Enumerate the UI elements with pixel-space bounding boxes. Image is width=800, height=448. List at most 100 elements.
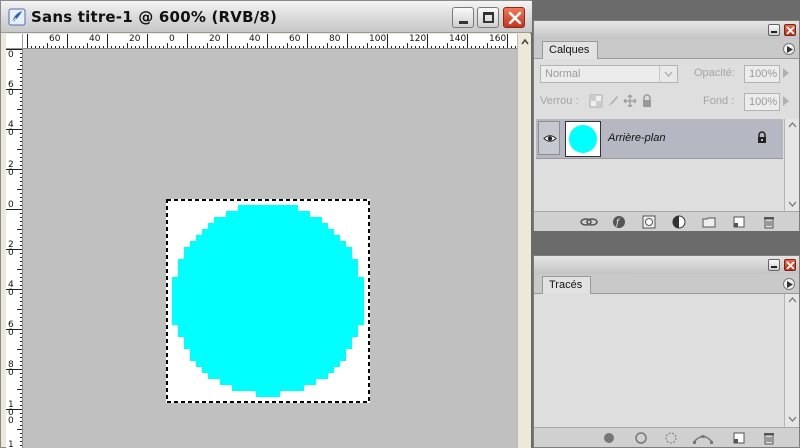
ruler-h-label: 80 [329,34,341,44]
photoshop-workspace: Sans titre-1 @ 600% (RVB/8) 60 40 20 0 2… [0,0,800,448]
layers-panel-minimize-button[interactable] [768,24,780,36]
scroll-up-icon[interactable] [519,36,531,48]
fill-label: Fond : [703,95,735,107]
close-icon [786,261,795,270]
layer-row-arriere-plan[interactable]: Arrière-plan [536,119,783,159]
stroke-path-icon[interactable] [634,431,648,445]
tab-calques[interactable]: Calques [542,41,599,60]
lock-all-icon[interactable] [640,94,654,108]
panel-menu-button[interactable] [783,278,795,290]
lock-position-move-icon[interactable] [623,94,637,108]
minimize-icon [459,21,468,24]
vertical-ruler[interactable]: 0 6 0 4 0 2 0 0 2 0 4 0 6 0 8 0 1 0 0 1 … [6,49,23,448]
lock-transparency-icon[interactable] [589,94,603,108]
make-work-path-icon[interactable] [692,431,714,445]
vertical-scrollbar[interactable] [517,34,531,448]
ruler-h-label: 0 [169,34,175,44]
ruler-h-label: 60 [289,34,301,44]
maximize-button[interactable] [477,7,499,28]
layers-panel-titlebar[interactable] [534,21,799,39]
minimize-icon [771,31,777,33]
lock-row: Verrou : Fond : 100% [540,93,794,111]
blend-row: Normal Opacité: 100% [540,65,794,83]
scroll-down-icon[interactable] [788,416,797,422]
document-title-bar[interactable]: Sans titre-1 @ 600% (RVB/8) [1,1,532,33]
paths-panel-minimize-button[interactable] [768,259,780,271]
cyan-circle-image [166,199,370,403]
fill-field[interactable]: 100% [744,93,780,111]
layer-style-fx-icon[interactable]: f [612,215,626,229]
fill-path-icon[interactable] [602,431,616,445]
ruler-h-label: 160 [489,34,507,44]
document-title: Sans titre-1 @ 600% (RVB/8) [31,8,278,26]
link-layers-icon[interactable] [580,215,598,229]
fill-slider-arrow-icon[interactable] [783,96,789,106]
paths-panel-close-button[interactable] [784,259,796,271]
document-window: Sans titre-1 @ 600% (RVB/8) 60 40 20 0 2… [0,0,532,448]
layer-thumbnail [565,121,601,157]
opacity-slider-arrow-icon[interactable] [783,68,789,78]
tab-traces[interactable]: Tracés [542,276,592,295]
layer-mask-icon[interactable] [642,215,656,229]
ruler-v-label: 6 0 [8,320,14,338]
ruler-h-label: 60 [49,34,61,44]
minimize-button[interactable] [452,7,474,28]
load-path-as-selection-icon[interactable] [664,431,678,445]
ruler-v-label: 4 0 [8,120,14,138]
ruler-v-label: 0 [8,200,14,210]
lock-label: Verrou : [540,95,579,107]
close-icon [508,11,522,25]
close-button[interactable] [503,7,525,28]
layers-footer-toolbar: f [534,211,799,231]
chevron-down-icon [664,71,673,77]
play-arrow-icon [787,281,793,288]
trash-icon[interactable] [762,215,776,229]
lock-pixels-brush-icon[interactable] [606,94,620,108]
photoshop-feather-icon [8,8,26,26]
ruler-v-label: 4 0 [8,280,14,298]
panel-menu-button[interactable] [783,43,795,55]
paths-tabstrip: Tracés [534,274,799,295]
horizontal-ruler[interactable]: 60 40 20 0 20 40 60 80 100 120 140 160 [23,34,517,49]
new-layer-icon[interactable] [732,215,746,229]
layer-visibility-toggle[interactable] [538,121,560,155]
scroll-up-icon[interactable] [788,297,797,303]
ruler-h-label: 20 [129,34,141,44]
scroll-up-icon[interactable] [788,122,797,128]
image-canvas[interactable] [166,199,370,403]
new-path-icon[interactable] [732,431,746,445]
close-icon [786,26,795,35]
ruler-h-label: 100 [369,34,387,44]
adjustment-layer-icon[interactable] [672,215,686,229]
ruler-v-label: 8 0 [8,360,14,378]
paths-panel: Tracés [533,255,800,448]
layer-name: Arrière-plan [608,132,666,144]
paths-panel-body [534,294,799,427]
ruler-v-label: 0 [8,50,14,60]
ruler-v-label: 1 0 0 [8,400,14,426]
blend-mode-select[interactable]: Normal [540,65,678,83]
paths-panel-titlebar[interactable] [534,256,799,274]
paths-scrollbar[interactable] [784,294,799,427]
thumbnail-circle [569,125,597,153]
layers-panel: Calques Normal Opacité: 100% Verrou : Fo… [533,20,800,231]
ruler-origin[interactable] [6,34,23,49]
ruler-v-label: 6 0 [8,80,14,98]
scroll-down-icon[interactable] [788,201,797,207]
opacity-field[interactable]: 100% [744,65,780,83]
paths-footer-toolbar [534,427,799,447]
layers-panel-close-button[interactable] [784,24,796,36]
new-group-folder-icon[interactable] [702,215,716,229]
ruler-h-label: 140 [449,34,467,44]
minimize-icon [771,266,777,268]
dropdown-button[interactable] [659,66,677,82]
trash-icon[interactable] [762,431,776,445]
opacity-label: Opacité: [694,67,735,79]
ruler-v-label: 2 0 [8,240,14,258]
layers-tabstrip: Calques [534,39,799,60]
ruler-h-label: 120 [409,34,427,44]
layers-panel-body: Normal Opacité: 100% Verrou : Fond: 100… [534,59,799,212]
ruler-v-label: 1 2 [8,440,14,448]
layers-scrollbar[interactable] [784,119,799,212]
eye-icon [543,135,557,142]
